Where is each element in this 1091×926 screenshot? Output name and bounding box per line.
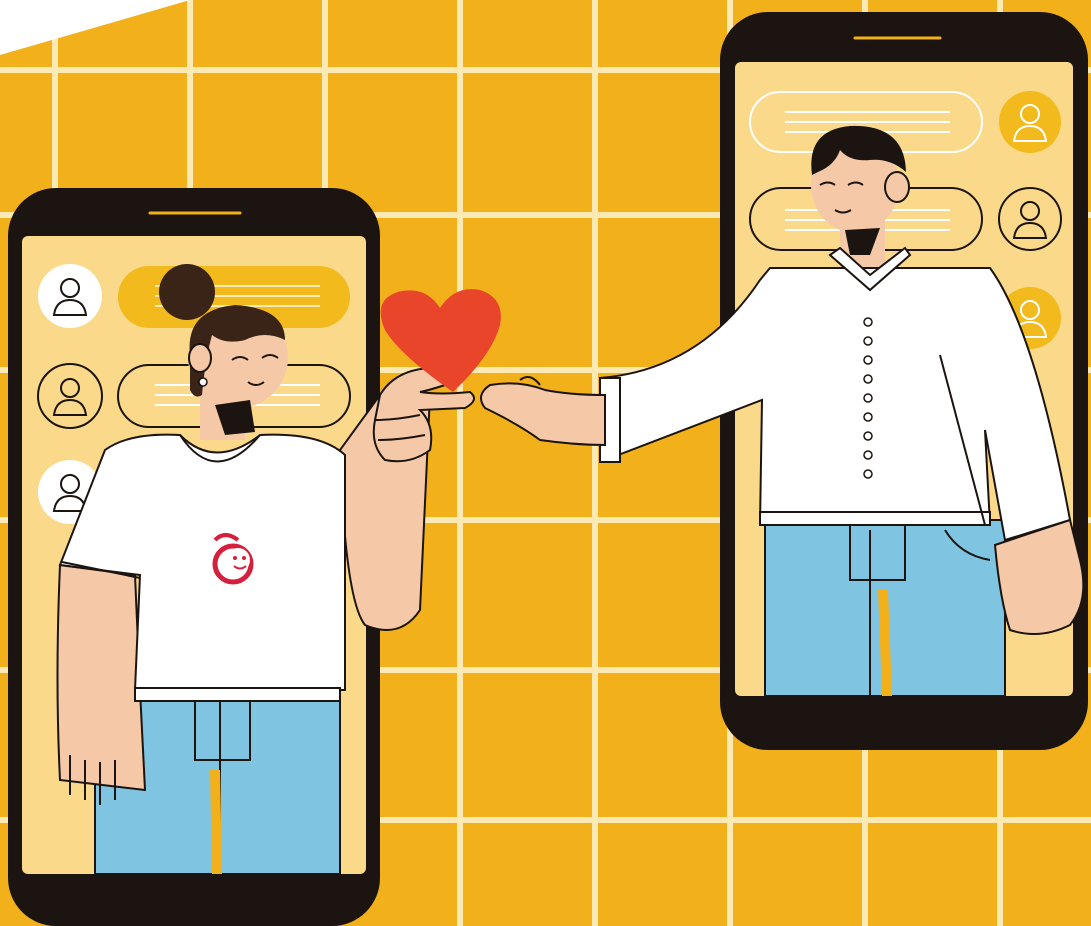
user-avatar-icon	[999, 91, 1061, 153]
illustration-scene	[0, 0, 1091, 926]
user-avatar-icon	[38, 264, 102, 328]
